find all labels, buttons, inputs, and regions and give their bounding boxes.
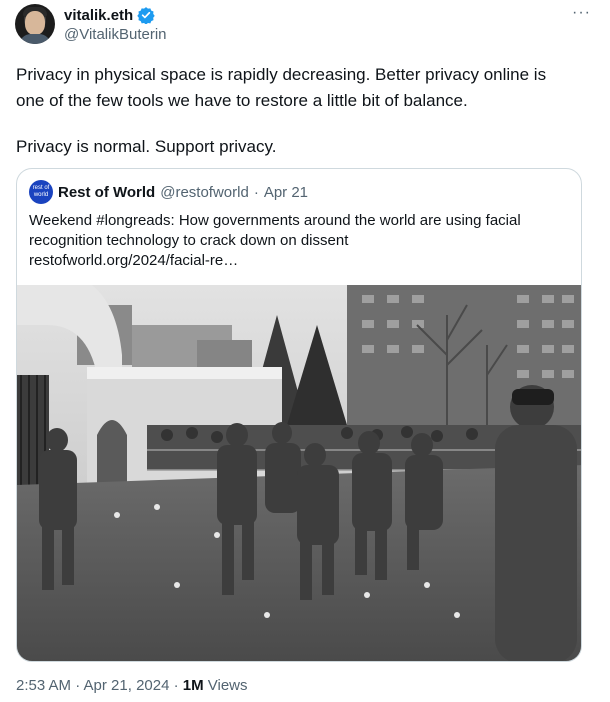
photo-illustration — [17, 285, 581, 661]
author-display-name[interactable]: vitalik.eth — [64, 7, 133, 24]
verified-badge-icon — [137, 7, 155, 24]
quoted-tweet-date[interactable]: Apr 21 — [264, 184, 308, 201]
avatar-face — [25, 11, 45, 35]
more-options-icon[interactable]: ··· — [572, 4, 591, 22]
author-avatar[interactable] — [15, 4, 55, 44]
rest-of-world-logo[interactable]: rest of world — [29, 180, 53, 204]
quoted-text-line: Weekend #longreads: How governments arou… — [29, 212, 521, 229]
quoted-tweet-photo[interactable] — [17, 285, 581, 661]
quoted-tweet-text: Weekend #longreads: How governments arou… — [29, 211, 569, 271]
quoted-text-line: recognition technology to crack down on … — [29, 232, 349, 249]
tweet-paragraph: Privacy is normal. Support privacy. — [16, 137, 277, 156]
tweet-footer: 2:53 AM · Apr 21, 2024 · 1M Views — [16, 677, 248, 694]
quoted-author-name[interactable]: Rest of World — [58, 184, 155, 201]
author-handle[interactable]: @VitalikButerin — [64, 26, 167, 43]
tweet-paragraph: Privacy in physical space is rapidly dec… — [16, 65, 547, 110]
tweet-header: vitalik.eth @VitalikButerin ··· — [15, 4, 595, 48]
quoted-author-handle[interactable]: @restofworld — [160, 184, 249, 201]
views-count: 1M — [182, 677, 204, 694]
quoted-tweet-card[interactable]: rest of world Rest of World @restofworld… — [16, 168, 582, 662]
tweet-body: Privacy in physical space is rapidly dec… — [16, 62, 576, 160]
avatar-shirt — [19, 34, 51, 44]
quoted-tweet-link[interactable]: restofworld.org/2024/facial-re… — [29, 251, 569, 271]
separator-dot: · — [253, 183, 259, 201]
views-label: Views — [203, 677, 248, 694]
tweet-timestamp[interactable]: 2:53 AM · Apr 21, 2024 · — [16, 677, 183, 694]
quoted-tweet-header: rest of world Rest of World @restofworld… — [29, 180, 308, 204]
author-name-row[interactable]: vitalik.eth — [64, 6, 155, 24]
